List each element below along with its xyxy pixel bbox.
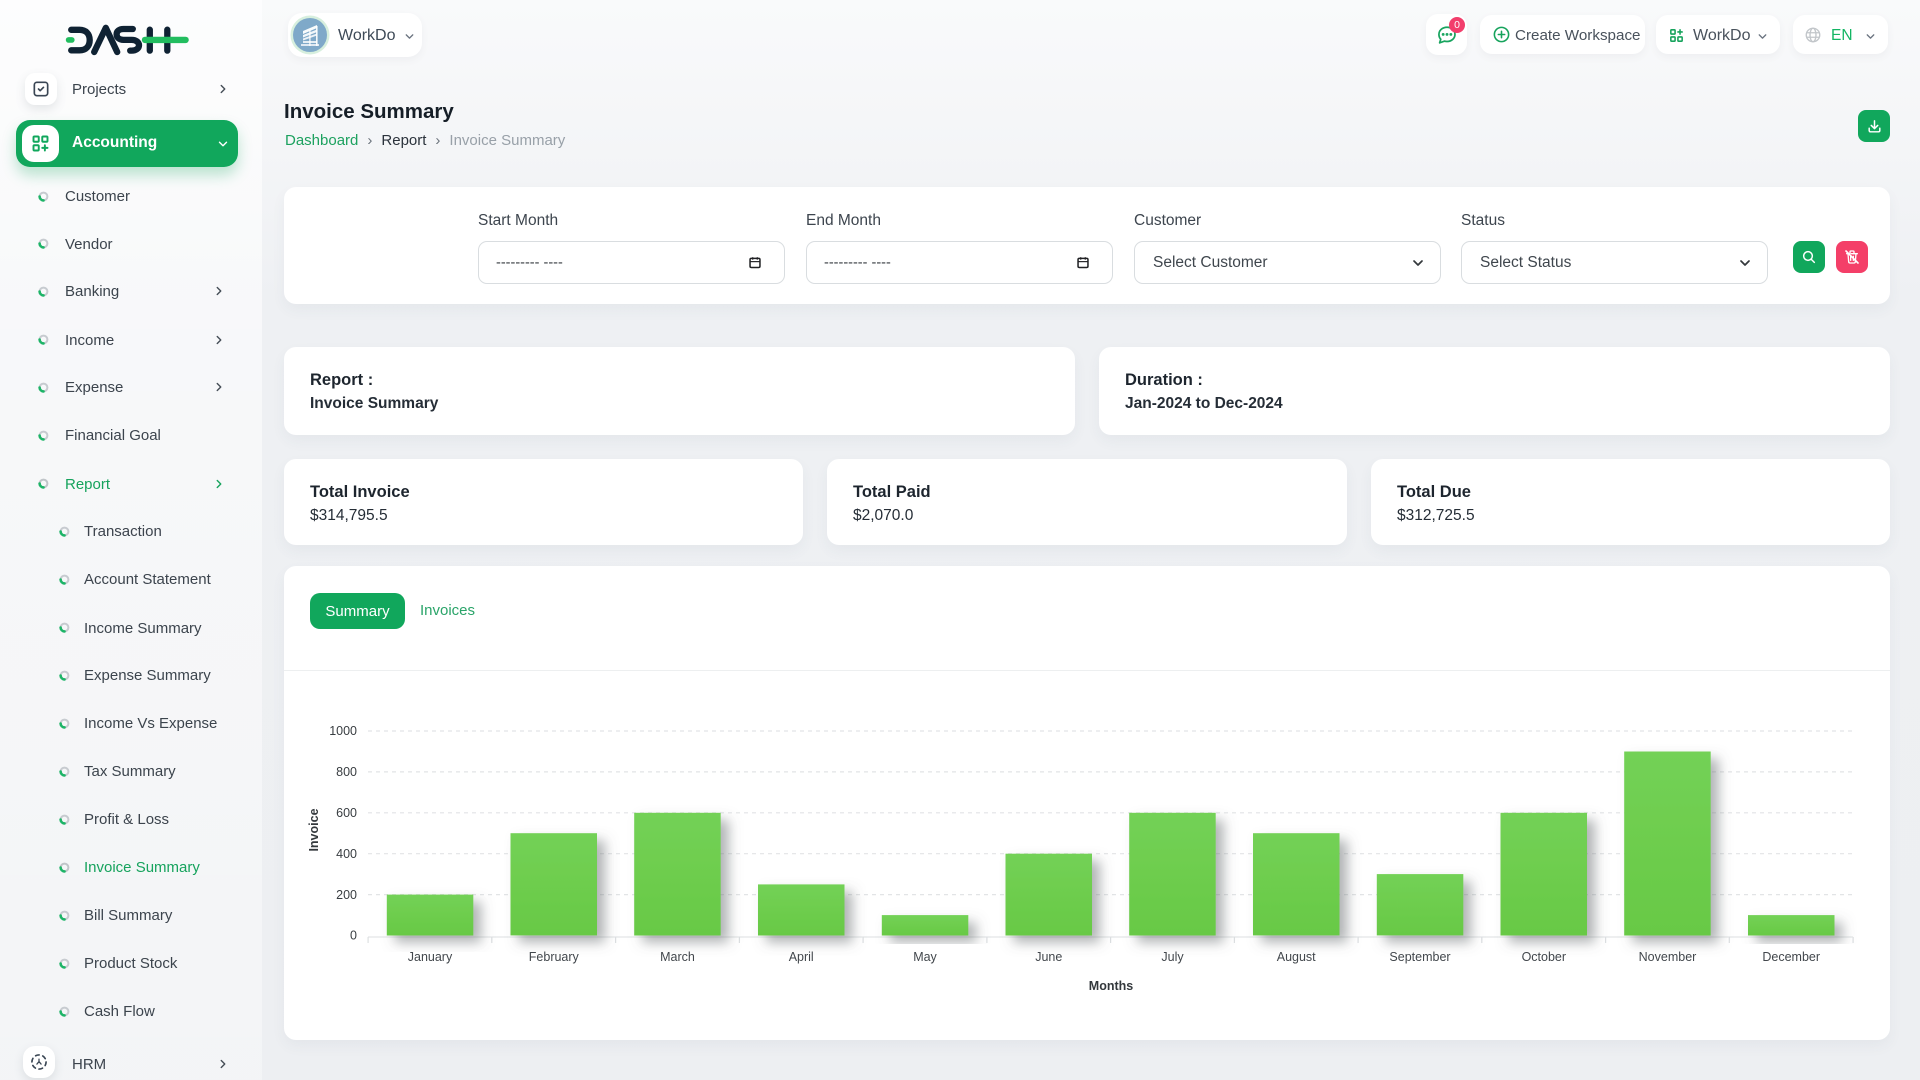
svg-text:December: December: [1762, 950, 1820, 964]
svg-text:January: January: [408, 950, 453, 964]
svg-text:October: October: [1522, 950, 1566, 964]
svg-text:800: 800: [336, 765, 357, 779]
svg-text:May: May: [913, 950, 937, 964]
svg-text:November: November: [1639, 950, 1697, 964]
svg-text:September: September: [1389, 950, 1450, 964]
svg-text:400: 400: [336, 847, 357, 861]
svg-text:200: 200: [336, 888, 357, 902]
svg-text:August: August: [1277, 950, 1316, 964]
svg-text:April: April: [789, 950, 814, 964]
svg-text:Invoice: Invoice: [307, 808, 321, 851]
svg-text:February: February: [529, 950, 580, 964]
svg-text:July: July: [1161, 950, 1184, 964]
svg-text:March: March: [660, 950, 695, 964]
svg-text:600: 600: [336, 806, 357, 820]
svg-text:June: June: [1035, 950, 1062, 964]
svg-text:1000: 1000: [329, 724, 357, 738]
svg-text:0: 0: [350, 929, 357, 943]
svg-text:Months: Months: [1089, 979, 1133, 993]
